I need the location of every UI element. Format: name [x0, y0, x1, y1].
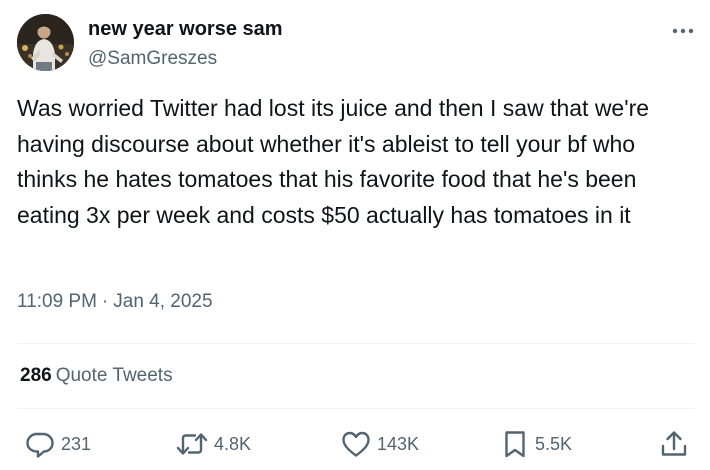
author-name[interactable]: new year worse sam: [88, 17, 283, 41]
quote-tweets-link[interactable]: 286 Quote Tweets: [20, 364, 173, 388]
quote-tweets-count: 286: [20, 365, 52, 386]
tweet-date[interactable]: Jan 4, 2025: [113, 291, 212, 312]
timestamp-separator: ·: [101, 291, 109, 312]
bookmark-icon: [500, 428, 530, 460]
like-button[interactable]: 143K: [340, 426, 419, 462]
reply-button[interactable]: 231: [24, 426, 91, 462]
tweet-text: Was worried Twitter had lost its juice a…: [17, 95, 650, 228]
retweet-icon: [175, 428, 209, 460]
quote-tweets-label: Quote Tweets: [55, 365, 173, 386]
like-count: 143K: [377, 433, 420, 454]
divider: [17, 408, 695, 409]
tweet-card: new year worse sam @SamGreszes Was worri…: [0, 0, 710, 470]
author-handle[interactable]: @SamGreszes: [88, 47, 217, 71]
more-horizontal-icon: [672, 21, 694, 39]
divider: [17, 343, 695, 344]
heart-icon: [340, 428, 372, 460]
retweet-button[interactable]: 4.8K: [175, 426, 251, 462]
share-icon: [658, 428, 690, 460]
reply-count: 231: [61, 433, 92, 454]
avatar[interactable]: [17, 14, 74, 71]
retweet-count: 4.8K: [214, 433, 252, 454]
bookmark-count: 5.5K: [535, 433, 573, 454]
tweet-time[interactable]: 11:09 PM: [17, 291, 97, 312]
action-bar: 231 4.8K 143K 5.5K: [0, 426, 710, 462]
reply-icon: [24, 428, 56, 460]
bookmark-button[interactable]: 5.5K: [500, 426, 572, 462]
share-button[interactable]: [658, 426, 690, 462]
tweet-timestamp[interactable]: 11:09 PM · Jan 4, 2025: [17, 290, 213, 314]
more-options-button[interactable]: [666, 16, 700, 44]
